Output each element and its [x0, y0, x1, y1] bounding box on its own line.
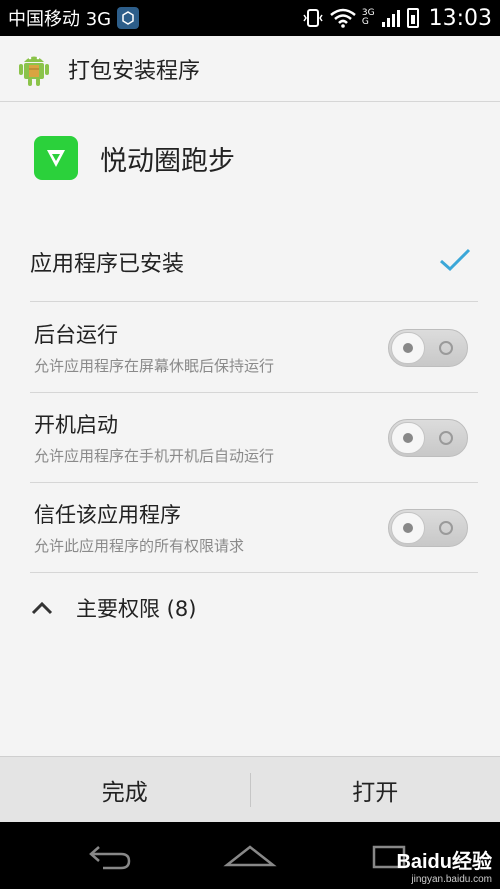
notification-app-icon: [117, 7, 140, 29]
done-button[interactable]: 完成: [0, 757, 250, 822]
setting-title: 开机启动: [34, 413, 118, 437]
check-icon: [438, 247, 472, 277]
back-icon: [89, 845, 131, 869]
permissions-expander[interactable]: 主要权限 (8): [30, 578, 470, 638]
setting-row-trust-app: 信任该应用程序 允许此应用程序的所有权限请求: [30, 483, 478, 573]
auto-start-toggle[interactable]: [388, 418, 468, 457]
carrier-label: 中国移动 3G: [8, 9, 112, 30]
page-title: 打包安装程序: [68, 58, 201, 84]
installed-status-row: 应用程序已安装: [30, 222, 478, 302]
android-package-icon: [14, 49, 54, 89]
setting-row-auto-start: 开机启动 允许应用程序在手机开机后自动运行: [30, 393, 478, 483]
signal-icon: [381, 10, 400, 27]
app-header: 悦动圈跑步: [0, 118, 500, 198]
navigation-bar: Baidu经验 jingyan.baidu.com: [0, 822, 500, 889]
clock: 13:03: [428, 5, 492, 31]
action-bar: 打包安装程序: [0, 36, 500, 102]
trust-app-toggle[interactable]: [388, 508, 468, 547]
setting-title: 信任该应用程序: [34, 503, 181, 527]
chevron-up-icon: [30, 596, 54, 620]
status-bar: 中国移动 3G 3G G 13:03: [0, 0, 500, 36]
baidu-watermark: Baidu经验 jingyan.baidu.com: [396, 851, 492, 885]
home-icon: [223, 844, 277, 866]
battery-icon: [406, 8, 419, 28]
permissions-label: 主要权限 (8): [76, 597, 197, 621]
setting-description: 允许此应用程序的所有权限请求: [34, 537, 245, 555]
background-run-toggle[interactable]: [388, 328, 468, 367]
setting-description: 允许应用程序在屏幕休眠后保持运行: [34, 357, 275, 375]
setting-title: 后台运行: [34, 323, 118, 347]
open-button[interactable]: 打开: [251, 757, 500, 822]
setting-row-background-run: 后台运行 允许应用程序在屏幕休眠后保持运行: [30, 303, 478, 393]
vibrate-icon: [303, 9, 323, 27]
wifi-icon: [330, 8, 356, 28]
app-name: 悦动圈跑步: [100, 145, 235, 177]
setting-description: 允许应用程序在手机开机后自动运行: [34, 447, 275, 465]
installed-label: 应用程序已安装: [30, 251, 185, 277]
app-logo-icon: [34, 136, 78, 180]
button-bar: 完成 打开: [0, 756, 500, 822]
network-type: 3G G: [361, 8, 375, 27]
home-button[interactable]: [220, 836, 280, 876]
back-button[interactable]: [80, 836, 140, 876]
